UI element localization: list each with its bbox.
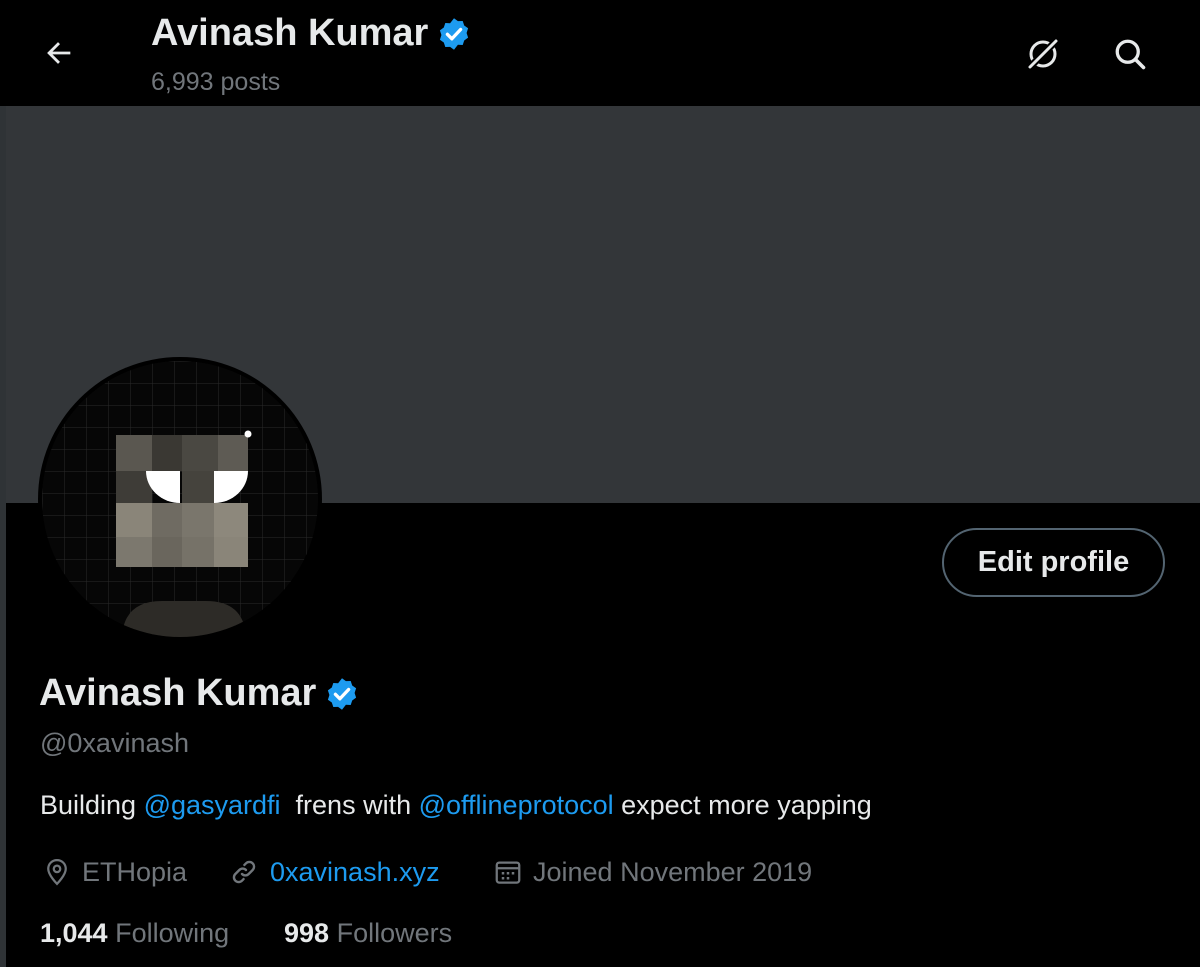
profile-header-bar: Avinash Kumar 6,993 posts <box>0 0 1200 106</box>
bio-text: Building <box>40 790 144 820</box>
header-name: Avinash Kumar <box>151 12 429 54</box>
join-date-text: Joined November 2019 <box>533 856 813 887</box>
header-title: Avinash Kumar <box>151 12 472 55</box>
edit-profile-button[interactable]: Edit profile <box>942 528 1165 597</box>
profile-join-date: Joined November 2019 <box>493 852 812 892</box>
website-link[interactable]: 0xavinash.xyz <box>270 857 440 888</box>
avatar[interactable] <box>38 357 322 641</box>
profile-display-name: Avinash Kumar <box>39 672 360 715</box>
grok-button[interactable] <box>1016 27 1070 81</box>
back-button[interactable] <box>36 30 82 76</box>
profile-website[interactable]: 0xavinash.xyz <box>228 852 440 892</box>
verified-badge-icon[interactable] <box>324 676 360 712</box>
link-icon <box>232 860 256 884</box>
profile-handle: @0xavinash <box>40 728 189 758</box>
following-link[interactable]: 1,044 Following <box>40 918 229 949</box>
location-pin-icon <box>47 858 67 886</box>
bio-mention-offlineprotocol[interactable]: @offlineprotocol <box>419 790 614 820</box>
bio-mention-gasyardfi[interactable]: @gasyardfi <box>144 790 281 820</box>
avatar-image <box>42 361 318 637</box>
arrow-left-icon <box>47 42 71 64</box>
bio-text: frens with <box>280 790 419 820</box>
verified-badge-icon <box>440 17 469 50</box>
location-text: ETHopia <box>82 856 188 887</box>
followers-count: 998 <box>284 918 330 948</box>
followers-label: Followers <box>336 918 453 948</box>
profile-bio: Building @gasyardfi frens with @offlinep… <box>40 790 872 821</box>
profile-name-text: Avinash Kumar <box>39 672 317 714</box>
search-icon <box>1115 39 1146 70</box>
following-count: 1,044 <box>40 918 108 948</box>
grok-icon <box>1026 37 1060 71</box>
bio-text: expect more yapping <box>613 790 872 820</box>
header-post-count: 6,993 posts <box>151 68 281 96</box>
profile-location: ETHopia <box>42 852 187 892</box>
following-label: Following <box>115 918 230 948</box>
search-button[interactable] <box>1103 27 1157 81</box>
followers-link[interactable]: 998 Followers <box>284 918 452 949</box>
calendar-icon <box>495 861 521 884</box>
